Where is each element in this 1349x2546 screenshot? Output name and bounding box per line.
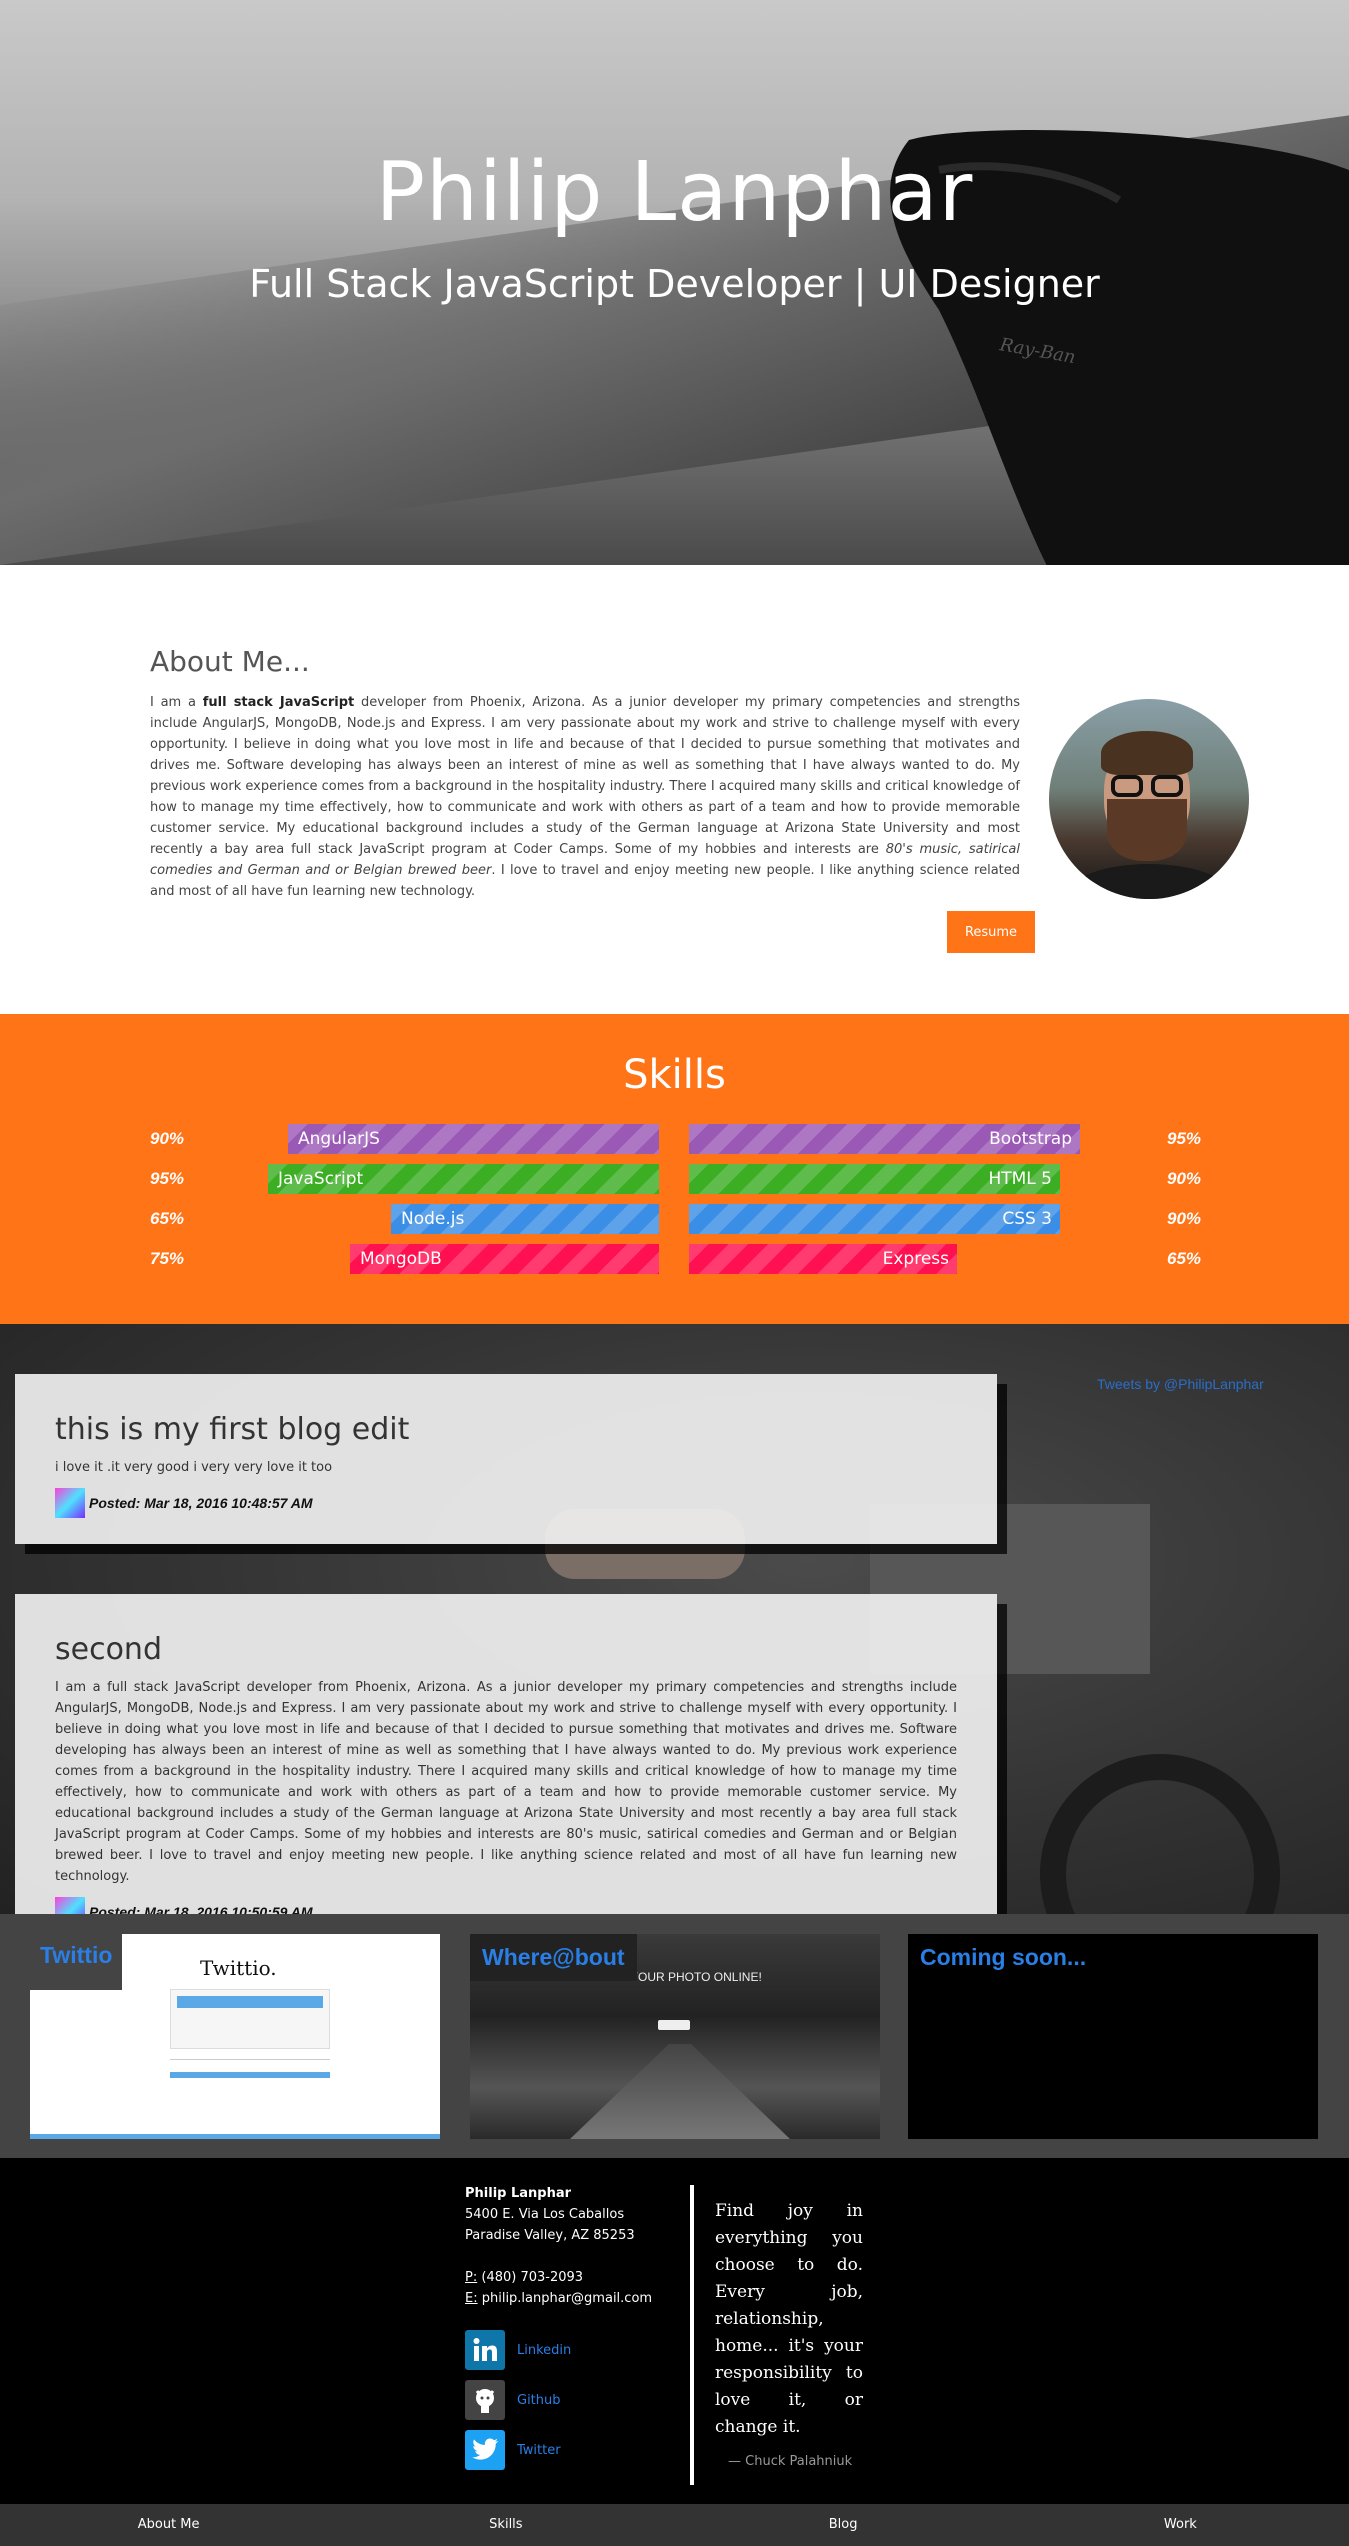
author-avatar (55, 1488, 85, 1518)
twitter-link[interactable]: Twitter (465, 2430, 665, 2470)
skill-bar: MongoDB (350, 1244, 659, 1274)
skill-percent: 75% (150, 1249, 185, 1268)
blog-post-title[interactable]: second (55, 1632, 997, 1667)
skill-percent: 95% (150, 1169, 185, 1188)
skill-bar: Node.js (391, 1204, 659, 1234)
footer-divider (690, 2185, 694, 2485)
github-link[interactable]: Github (465, 2380, 665, 2420)
github-label: Github (517, 2392, 561, 2408)
twitter-icon (465, 2430, 505, 2470)
work-section: Twittio. Twittio YOUR PHOTO ONLINE! Wher… (0, 1914, 1349, 2158)
skill-percent: 65% (150, 1209, 185, 1228)
nav-work[interactable]: Work (1012, 2504, 1349, 2546)
blog-post: this is my first blog edit i love it .it… (15, 1374, 997, 1544)
blog-post-body: i love it .it very good i very very love… (55, 1460, 333, 1475)
skill-percent: 90% (1167, 1209, 1202, 1228)
hero-name: Philip Lanphar (375, 145, 974, 240)
nav-about[interactable]: About Me (0, 2504, 337, 2546)
email-address[interactable]: philip.lanphar@gmail.com (478, 2291, 652, 2306)
contact-address-line1: 5400 E. Via Los Caballos (465, 2207, 625, 2222)
about-text-bold: full stack JavaScript (202, 695, 355, 710)
blog-post-body: I am a full stack JavaScript developer f… (55, 1680, 957, 1884)
headphones-decor (1040, 1754, 1280, 1914)
linkedin-label: Linkedin (517, 2342, 572, 2358)
skill-percent: 90% (150, 1129, 185, 1148)
twittio-preview-logo: Twittio. (200, 1956, 277, 1980)
blog-section: Tweets by @PhilipLanphar this is my firs… (0, 1324, 1349, 1914)
contact-name: Philip Lanphar (465, 2186, 572, 2201)
author-avatar (55, 1897, 85, 1914)
about-text-part: I am a (150, 695, 203, 710)
linkedin-link[interactable]: Linkedin (465, 2330, 665, 2370)
hero-tagline: Full Stack JavaScript Developer | UI Des… (249, 262, 1100, 306)
skill-bar: JavaScript (268, 1164, 659, 1194)
work-card-label: Twittio (30, 1934, 122, 1990)
contact-email: E: philip.lanphar@gmail.com (465, 2288, 652, 2309)
bottom-nav: About Me Skills Blog Work (0, 2504, 1349, 2546)
twittio-preview-box (170, 1989, 330, 2049)
work-card-whereabout[interactable]: YOUR PHOTO ONLINE! Where@bout (470, 1934, 880, 2139)
about-section: About Me... I am a full stack JavaScript… (0, 565, 1349, 1014)
skills-title: Skills (623, 1052, 726, 1098)
footer-quote-author: — Chuck Palahniuk (728, 2454, 853, 2469)
blog-post-title[interactable]: this is my first blog edit (55, 1412, 997, 1447)
skill-bar: Express (689, 1244, 957, 1274)
whereabout-preview-button (658, 2020, 690, 2030)
about-title: About Me... (150, 645, 310, 678)
skill-bar: Bootstrap (689, 1124, 1080, 1154)
twittio-preview-table (170, 2059, 330, 2089)
about-text: I am a full stack JavaScript developer f… (150, 692, 1020, 902)
work-card-coming-soon[interactable]: Coming soon... (908, 1934, 1318, 2139)
hero-section: Ray-Ban Philip Lanphar Full Stack JavaSc… (0, 0, 1349, 565)
resume-button[interactable]: Resume (947, 911, 1035, 953)
github-icon (465, 2380, 505, 2420)
nav-skills[interactable]: Skills (337, 2504, 674, 2546)
contact-address-line2: Paradise Valley, AZ 85253 (465, 2228, 635, 2243)
email-prefix: E: (465, 2291, 478, 2306)
profile-photo (1049, 699, 1249, 899)
blog-post-meta: Posted: Mar 18, 2016 10:50:59 AM (55, 1897, 997, 1914)
skill-bar: CSS 3 (689, 1204, 1060, 1234)
skill-percent: 90% (1167, 1169, 1202, 1188)
footer: Philip Lanphar 5400 E. Via Los Caballos … (0, 2158, 1349, 2504)
blog-post-date: Posted: Mar 18, 2016 10:48:57 AM (89, 1495, 313, 1511)
blog-post-meta: Posted: Mar 18, 2016 10:48:57 AM (55, 1488, 997, 1518)
skill-percent: 95% (1167, 1129, 1202, 1148)
skill-percent: 65% (1167, 1249, 1202, 1268)
phone-number[interactable]: (480) 703-2093 (477, 2270, 583, 2285)
phone-prefix: P: (465, 2270, 478, 2285)
work-card-twittio[interactable]: Twittio. Twittio (30, 1934, 440, 2139)
work-card-label: Coming soon... (920, 1944, 1087, 1970)
street-preview-image (570, 2044, 790, 2139)
skills-section: Skills 90% AngularJS 95% JavaScript 65% Node.… (0, 1014, 1349, 1324)
contact-phone: P: (480) 703-2093 (465, 2267, 652, 2288)
about-text-part: developer from Phoenix, Arizona. As a ju… (150, 695, 1020, 857)
nav-blog[interactable]: Blog (675, 2504, 1012, 2546)
linkedin-icon (465, 2330, 505, 2370)
whereabout-preview-text: YOUR PHOTO ONLINE! (630, 1970, 762, 1984)
work-card-label: Where@bout (470, 1934, 637, 1981)
blog-post: second I am a full stack JavaScript deve… (15, 1594, 997, 1914)
twitter-label: Twitter (517, 2442, 561, 2458)
contact-info: Philip Lanphar 5400 E. Via Los Caballos … (465, 2183, 652, 2309)
footer-quote: Find joy in everything you choose to do.… (715, 2201, 863, 2437)
blog-post-date: Posted: Mar 18, 2016 10:50:59 AM (89, 1904, 313, 1914)
skill-bar: AngularJS (288, 1124, 659, 1154)
skill-bar: HTML 5 (689, 1164, 1060, 1194)
tweets-link[interactable]: Tweets by @PhilipLanphar (1097, 1376, 1264, 1392)
